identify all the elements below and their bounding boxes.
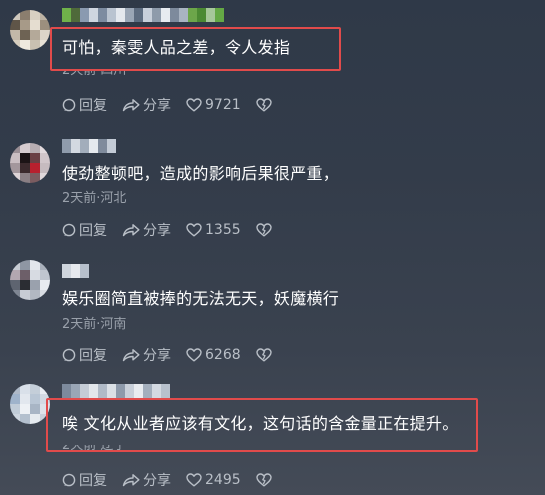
comment-meta-text: 2天前·四川 — [62, 70, 127, 78]
share-button[interactable]: 分享 — [122, 470, 171, 490]
reply-label: 回复 — [79, 223, 107, 239]
share-label: 分享 — [143, 348, 171, 364]
comment-text: 使劲整顿吧，造成的影响后果很严重， — [62, 164, 340, 183]
comment-actions: 回复 分享 6268 — [62, 346, 275, 364]
reply-icon — [62, 473, 79, 487]
share-button[interactable]: 分享 — [122, 220, 171, 240]
highlight-box — [46, 398, 478, 452]
like-button[interactable]: 1355 — [186, 222, 241, 238]
reply-icon — [62, 98, 79, 112]
reply-icon — [62, 348, 79, 362]
like-button[interactable]: 6268 — [186, 347, 241, 363]
like-icon — [186, 473, 205, 487]
share-label: 分享 — [143, 223, 171, 239]
share-button[interactable]: 分享 — [122, 345, 171, 365]
avatar[interactable] — [10, 384, 50, 424]
dislike-button[interactable] — [255, 348, 275, 362]
comment-actions: 回复 分享 1355 — [62, 221, 275, 239]
reply-label: 回复 — [79, 473, 107, 489]
dislike-icon — [255, 98, 275, 112]
comment-item: 唉 文化从业者应该有文化，这句话的含金量正在提升。 2天前·辽宁 回复 分享 2… — [0, 376, 545, 495]
dislike-icon — [255, 473, 275, 487]
username-blurred[interactable] — [62, 8, 224, 22]
dislike-button[interactable] — [255, 98, 275, 112]
comment-meta: 2天前·四川 — [62, 70, 126, 79]
comment-item: 娱乐圈简直被捧的无法无天，妖魔横行 2天前·河南 回复 分享 6268 — [0, 250, 545, 376]
reply-label: 回复 — [79, 98, 107, 114]
like-button[interactable]: 2495 — [186, 472, 241, 488]
dislike-icon — [255, 348, 275, 362]
like-count: 6268 — [205, 347, 241, 363]
avatar[interactable] — [10, 260, 50, 300]
comment-actions: 回复 分享 2495 — [62, 471, 275, 489]
like-count: 1355 — [205, 222, 241, 238]
share-icon — [122, 98, 143, 112]
like-count: 2495 — [205, 472, 241, 488]
avatar[interactable] — [10, 143, 50, 183]
comment-meta: 2天前·河南 — [62, 317, 127, 332]
like-button[interactable]: 9721 — [186, 97, 241, 113]
share-button[interactable]: 分享 — [122, 95, 171, 115]
reply-icon — [62, 223, 79, 237]
reply-button[interactable]: 回复 — [62, 470, 107, 490]
comment-item: 使劲整顿吧，造成的影响后果很严重， 2天前·河北 回复 分享 1355 — [0, 125, 545, 250]
dislike-button[interactable] — [255, 473, 275, 487]
comment-actions: 回复 分享 9721 — [62, 96, 275, 114]
like-icon — [186, 348, 205, 362]
dislike-icon — [255, 223, 275, 237]
like-count: 9721 — [205, 97, 241, 113]
avatar[interactable] — [10, 10, 50, 50]
comment-text: 娱乐圈简直被捧的无法无天，妖魔横行 — [62, 289, 340, 308]
like-icon — [186, 98, 205, 112]
reply-button[interactable]: 回复 — [62, 95, 107, 115]
comment-meta: 2天前·河北 — [62, 191, 127, 206]
share-label: 分享 — [143, 473, 171, 489]
share-label: 分享 — [143, 98, 171, 114]
like-icon — [186, 223, 205, 237]
username-blurred[interactable] — [62, 264, 89, 278]
username-blurred[interactable] — [62, 384, 170, 398]
share-icon — [122, 348, 143, 362]
share-icon — [122, 473, 143, 487]
share-icon — [122, 223, 143, 237]
dislike-button[interactable] — [255, 223, 275, 237]
username-blurred[interactable] — [62, 139, 116, 153]
highlight-box — [50, 27, 341, 71]
comment-item: 可怕，秦雯人品之差，令人发指 2天前·四川 回复 分享 9721 — [0, 0, 545, 125]
reply-button[interactable]: 回复 — [62, 345, 107, 365]
reply-button[interactable]: 回复 — [62, 220, 107, 240]
reply-label: 回复 — [79, 348, 107, 364]
